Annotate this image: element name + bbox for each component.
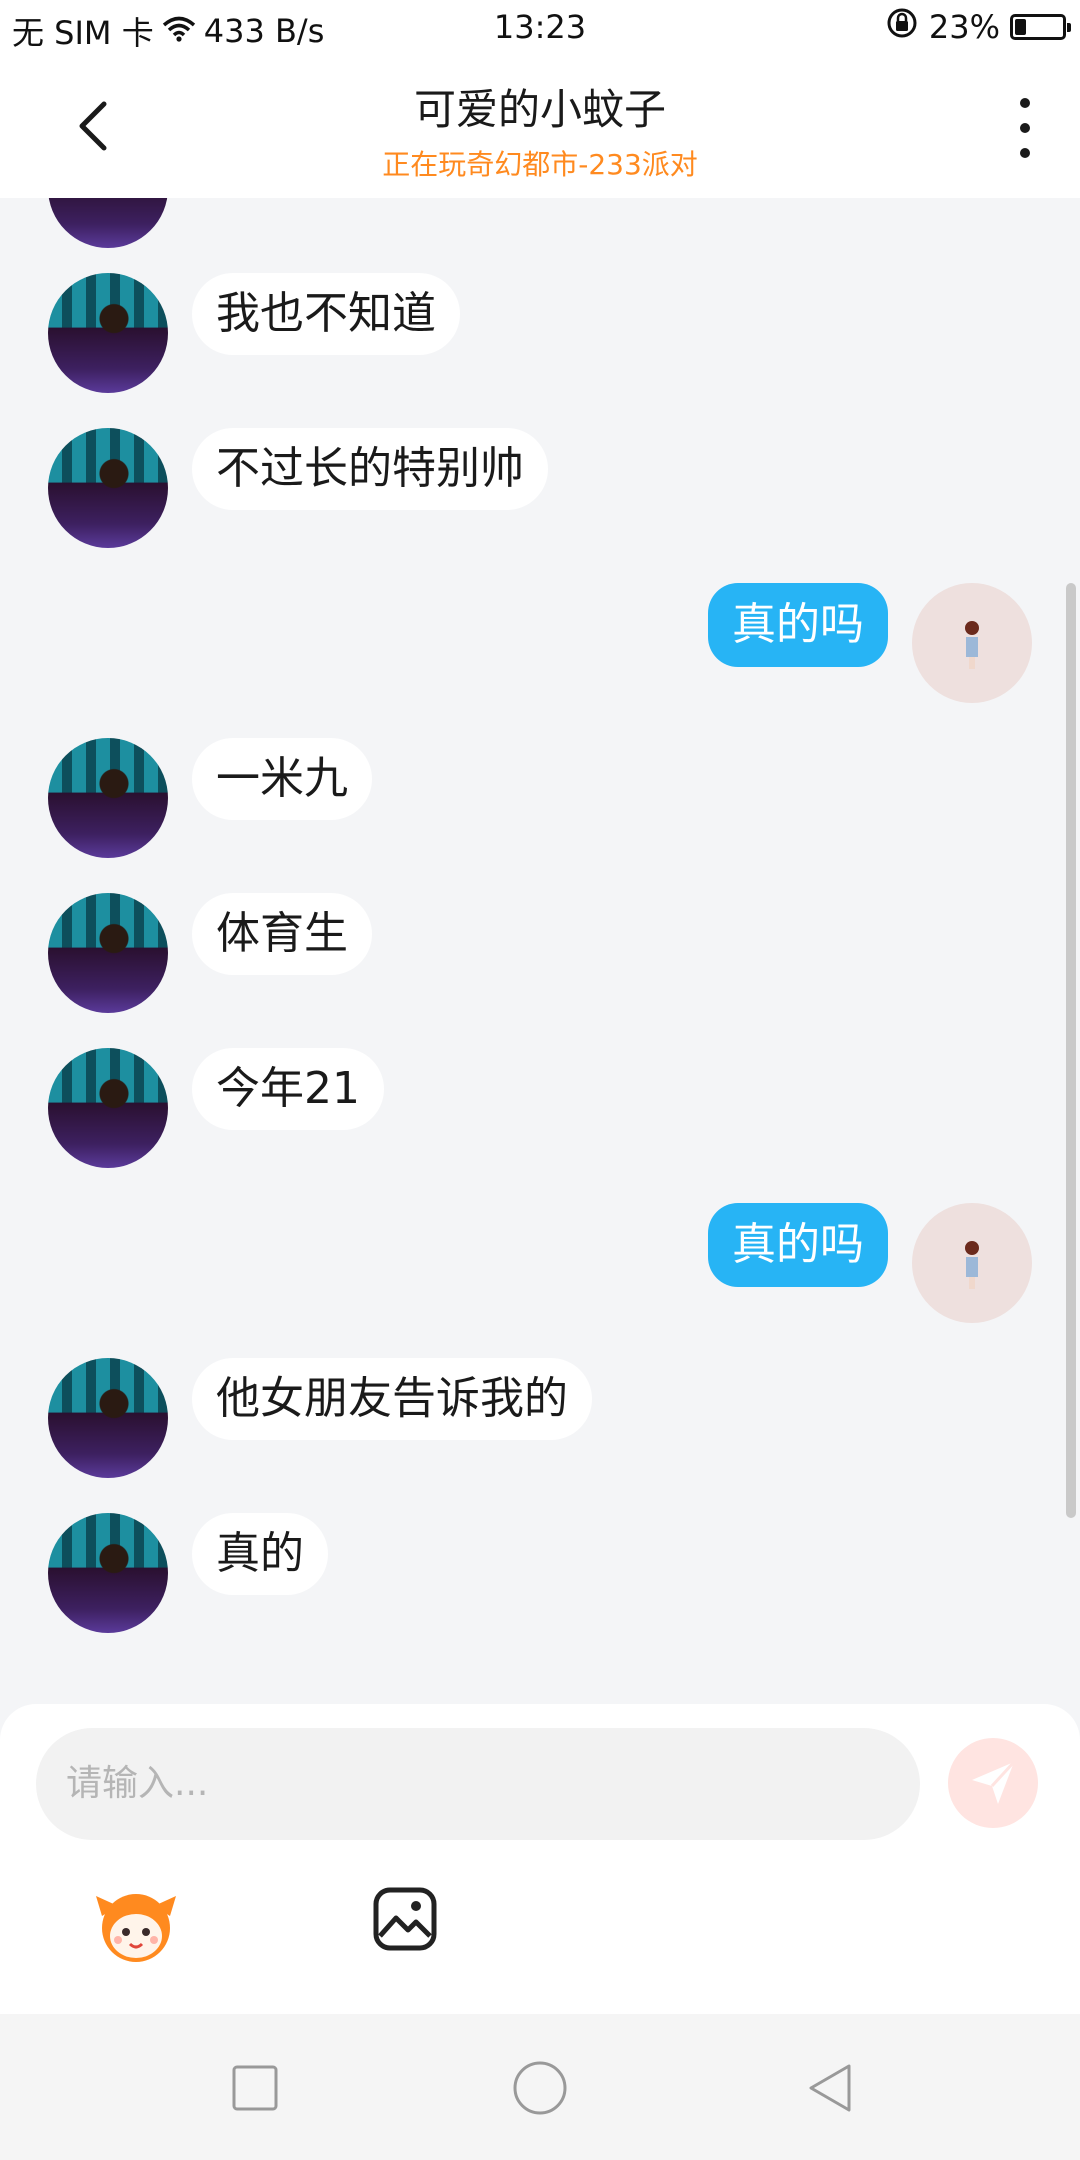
my-avatar[interactable] (912, 583, 1032, 703)
message-row: 一米九 (0, 738, 1080, 863)
image-icon (373, 1887, 437, 1951)
message-row: 真的吗 (0, 583, 1080, 708)
send-button[interactable] (948, 1738, 1038, 1828)
contact-status[interactable]: 正在玩奇幻都市-233派对 (0, 143, 1080, 183)
battery-percent: 23% (928, 8, 1000, 46)
my-avatar[interactable] (912, 1203, 1032, 1323)
message-row-partial (0, 198, 1080, 253)
contact-avatar[interactable] (48, 1513, 168, 1633)
scrollbar[interactable] (1066, 583, 1076, 1518)
back-nav-button[interactable] (800, 2058, 860, 2118)
incoming-message[interactable]: 不过长的特别帅 (192, 428, 548, 510)
status-bar: 无 SIM 卡 433 B/s 13:23 23% (0, 0, 1080, 56)
message-row: 他女朋友告诉我的 (0, 1358, 1080, 1483)
incoming-message[interactable]: 今年21 (192, 1048, 384, 1130)
image-button[interactable] (372, 1886, 438, 1952)
contact-avatar[interactable] (48, 273, 168, 393)
contact-avatar[interactable] (48, 1048, 168, 1168)
circle-icon (513, 2061, 567, 2115)
incoming-message[interactable]: 体育生 (192, 893, 372, 975)
contact-avatar[interactable] (48, 428, 168, 548)
square-icon (232, 2065, 278, 2111)
contact-avatar[interactable] (48, 893, 168, 1013)
emoji-button[interactable] (92, 1886, 180, 1966)
system-nav-bar (0, 2014, 1080, 2160)
incoming-message[interactable]: 他女朋友告诉我的 (192, 1358, 592, 1440)
rotation-lock-icon (885, 6, 919, 48)
recents-button[interactable] (225, 2058, 285, 2118)
send-icon (972, 1760, 1016, 1804)
contact-avatar[interactable] (48, 198, 168, 248)
message-list[interactable]: 我也不知道 不过长的特别帅 真的吗 一米九 体育生 今年21 真的吗 他女朋友告… (0, 198, 1080, 1698)
outgoing-message[interactable]: 真的吗 (708, 1203, 888, 1287)
emoji-mascot-icon (96, 1894, 176, 1962)
incoming-message[interactable]: 一米九 (192, 738, 372, 820)
message-row: 真的吗 (0, 1203, 1080, 1328)
more-vertical-icon (1020, 98, 1030, 108)
incoming-message[interactable]: 真的 (192, 1513, 328, 1595)
contact-avatar[interactable] (48, 738, 168, 858)
message-row: 今年21 (0, 1048, 1080, 1173)
message-row: 不过长的特别帅 (0, 428, 1080, 553)
message-row: 体育生 (0, 893, 1080, 1018)
message-row: 我也不知道 (0, 273, 1080, 398)
incoming-message[interactable]: 我也不知道 (192, 273, 460, 355)
composer: 请输入... (0, 1704, 1080, 2014)
message-input[interactable]: 请输入... (36, 1728, 920, 1840)
outgoing-message[interactable]: 真的吗 (708, 583, 888, 667)
triangle-back-icon (809, 2064, 851, 2112)
more-button[interactable] (1010, 98, 1040, 158)
contact-avatar[interactable] (48, 1358, 168, 1478)
home-button[interactable] (510, 2058, 570, 2118)
contact-name: 可爱的小蚊子 (413, 85, 666, 134)
chat-header: 可爱的小蚊子 正在玩奇幻都市-233派对 (0, 56, 1080, 198)
message-row: 真的 (0, 1513, 1080, 1638)
battery-icon (1010, 14, 1071, 40)
